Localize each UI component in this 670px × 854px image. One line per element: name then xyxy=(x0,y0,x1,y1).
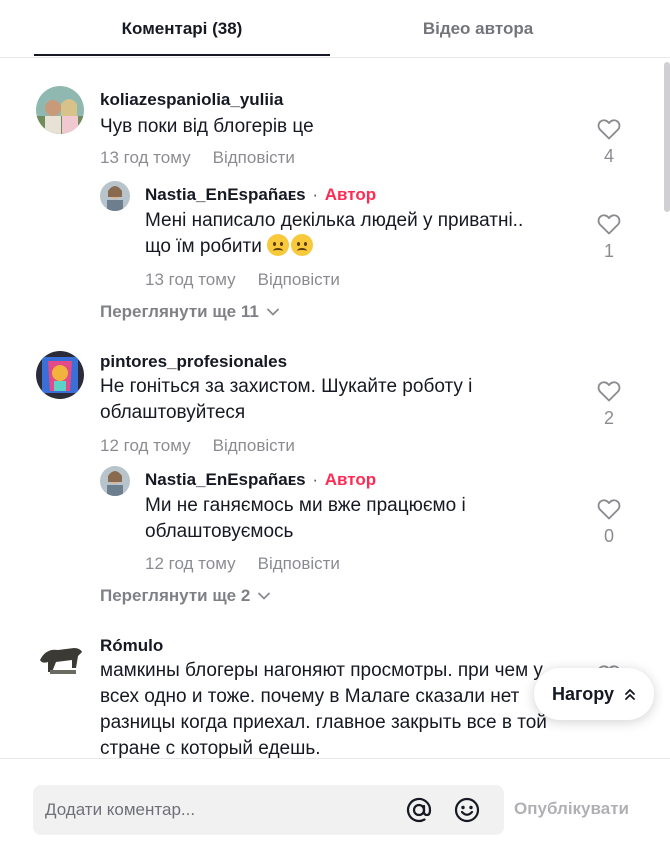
comment-text-line: разницы когда приехал. главное закрыть в… xyxy=(100,712,547,733)
view-more-replies-button[interactable]: Переглянути ще 11 xyxy=(100,302,279,322)
comment-input-box xyxy=(33,785,504,835)
comment-text: Не гоніться за захистом. Шукайте роботу … xyxy=(100,374,560,426)
tab-comments[interactable]: Коментарі (38) xyxy=(34,0,330,57)
heart-outline-icon xyxy=(597,381,621,402)
like-button[interactable]: 4 xyxy=(594,118,624,167)
like-count: 0 xyxy=(603,526,614,546)
reply-username: Nastia_EnEspañaᴇs · Автор xyxy=(145,470,376,490)
separator-dot: · xyxy=(312,470,319,489)
tab-author-videos[interactable]: Відео автора xyxy=(330,0,626,57)
heart-outline-icon xyxy=(597,499,621,520)
author-badge: Автор xyxy=(324,185,377,204)
back-to-top-button[interactable]: Нагору xyxy=(534,668,654,720)
reply-button[interactable]: Відповісти xyxy=(258,554,340,573)
smiley-icon[interactable] xyxy=(454,797,480,828)
reply-button[interactable]: Відповісти xyxy=(213,148,295,167)
comment-username[interactable]: Rómulo xyxy=(100,636,163,656)
back-to-top-label: Нагору xyxy=(551,683,615,704)
comment-text-line: всех одно и тоже. почему в Малаге сказал… xyxy=(100,686,520,707)
reply-text: Ми не ганяємось ми вже працюємо і облашт… xyxy=(145,493,565,545)
reply-text: Мені написало декілька людей у приватні.… xyxy=(145,208,565,260)
sad-emoji-icon xyxy=(291,234,314,256)
comment-meta: 13 год тому Відповісти xyxy=(100,148,295,168)
avatar[interactable] xyxy=(100,466,130,496)
chevron-down-icon xyxy=(258,592,271,600)
separator-dot: · xyxy=(312,185,319,204)
heart-outline-icon xyxy=(597,214,621,235)
reply-username-text[interactable]: Nastia_EnEspañaᴇs xyxy=(145,470,306,489)
comment-text: мамкины блогеры нагоняют просмотры. при … xyxy=(100,658,580,758)
avatar[interactable] xyxy=(36,634,84,682)
like-count: 1 xyxy=(603,241,614,261)
comment-input[interactable] xyxy=(45,785,395,835)
reply-text-line: облаштовуємось xyxy=(145,521,294,542)
comment-time: 12 год тому xyxy=(100,436,191,455)
at-sign-icon[interactable] xyxy=(406,797,432,828)
author-badge: Автор xyxy=(324,470,377,489)
reply-username-text[interactable]: Nastia_EnEspañaᴇs xyxy=(145,185,306,204)
comment-text-line: облаштовуйтеся xyxy=(100,402,246,423)
comment-username[interactable]: pintores_profesionales xyxy=(100,352,287,372)
comment-time: 13 год тому xyxy=(100,148,191,167)
comment-text: Чув поки від блогерів це xyxy=(100,116,314,137)
reply-meta: 12 год тому Відповісти xyxy=(145,554,340,574)
sad-emoji-icon xyxy=(267,234,290,256)
reply-text-line: що їм робити xyxy=(145,234,565,260)
avatar[interactable] xyxy=(36,351,84,399)
comment-text-line: стране с который едешь. xyxy=(100,738,321,758)
reply-time: 13 год тому xyxy=(145,270,236,289)
avatar[interactable] xyxy=(36,86,84,134)
comment-username[interactable]: koliazespaniolia_yuliia xyxy=(100,90,283,110)
reply-username: Nastia_EnEspañaᴇs · Автор xyxy=(145,185,376,205)
comment-item: koliazespaniolia_yuliia Чув поки від бло… xyxy=(0,58,670,328)
post-button[interactable]: Опублікувати xyxy=(514,799,629,819)
comment-list: koliazespaniolia_yuliia Чув поки від бло… xyxy=(0,58,670,758)
like-count: 2 xyxy=(603,408,614,428)
reply-meta: 13 год тому Відповісти xyxy=(145,270,340,290)
like-button[interactable]: 2 xyxy=(594,380,624,429)
reply-text-part: що їм робити xyxy=(145,236,262,257)
heart-outline-icon xyxy=(597,119,621,140)
active-tab-indicator xyxy=(34,54,330,56)
reply-text-line: Мені написало декілька людей у приватні.… xyxy=(145,210,524,231)
comment-composer: Опублікувати xyxy=(0,758,670,854)
reply-button[interactable]: Відповісти xyxy=(213,436,295,455)
view-more-label: Переглянути ще 11 xyxy=(100,302,259,321)
like-count: 4 xyxy=(603,146,614,166)
avatar[interactable] xyxy=(100,181,130,211)
like-button[interactable]: 1 xyxy=(594,213,624,262)
view-more-replies-button[interactable]: Переглянути ще 2 xyxy=(100,586,271,606)
double-chevron-up-icon xyxy=(625,689,635,700)
view-more-label: Переглянути ще 2 xyxy=(100,586,251,605)
reply-text-line: Ми не ганяємось ми вже працюємо і xyxy=(145,495,466,516)
comment-meta: 12 год тому Відповісти xyxy=(100,436,295,456)
comment-text-line: мамкины блогеры нагоняют просмотры. при … xyxy=(100,660,543,681)
like-button[interactable]: 0 xyxy=(594,498,624,547)
comment-text-line: Не гоніться за захистом. Шукайте роботу … xyxy=(100,376,473,397)
comment-item: pintores_profesionales Не гоніться за за… xyxy=(0,338,670,618)
tab-bar: Коментарі (38) Відео автора xyxy=(0,0,670,58)
reply-time: 12 год тому xyxy=(145,554,236,573)
chevron-down-icon xyxy=(266,308,279,316)
reply-button[interactable]: Відповісти xyxy=(258,270,340,289)
